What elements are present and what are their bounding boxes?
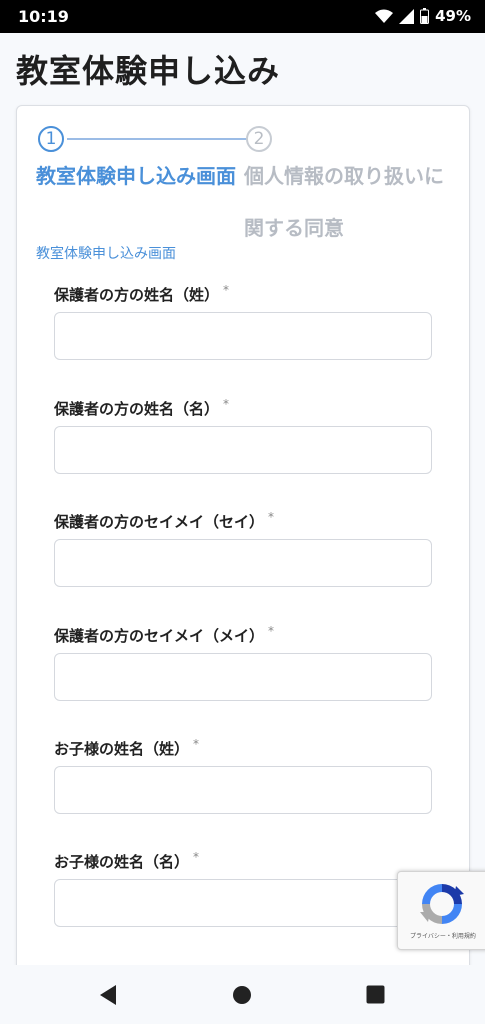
back-icon[interactable] bbox=[98, 984, 118, 1010]
recaptcha-icon bbox=[418, 880, 466, 932]
recaptcha-badge[interactable]: プライバシー・利用規約 bbox=[397, 871, 485, 950]
battery-icon bbox=[420, 8, 430, 24]
required-mark: * bbox=[223, 397, 230, 411]
guardian-last-name-input[interactable] bbox=[54, 312, 432, 360]
page-title: 教室体験申し込み bbox=[16, 52, 281, 90]
guardian-last-kana-input[interactable] bbox=[54, 539, 432, 587]
child-first-name-label: お子様の姓名（名） * bbox=[54, 850, 200, 871]
required-mark: * bbox=[268, 624, 275, 638]
home-icon[interactable] bbox=[232, 985, 252, 1009]
stepper-line bbox=[67, 138, 259, 140]
recents-icon[interactable] bbox=[366, 985, 385, 1008]
current-step-caption: 教室体験申し込み画面 bbox=[36, 246, 176, 262]
signal-icon bbox=[399, 8, 415, 24]
guardian-first-kana-input[interactable] bbox=[54, 653, 432, 701]
guardian-first-name-label: 保護者の方の姓名（名） * bbox=[54, 397, 230, 418]
required-mark: * bbox=[223, 283, 230, 297]
form-card: 1 2 教室体験申し込み画面 個人情報の取り扱いに関する同意 教室体験申し込み画… bbox=[16, 105, 470, 987]
required-mark: * bbox=[193, 850, 200, 864]
recaptcha-terms-link[interactable]: プライバシー・利用規約 bbox=[398, 931, 485, 940]
step-2-label[interactable]: 個人情報の取り扱いに関する同意 bbox=[244, 150, 444, 254]
required-mark: * bbox=[193, 737, 200, 751]
guardian-last-name-label: 保護者の方の姓名（姓） * bbox=[54, 283, 230, 304]
step-2-indicator[interactable]: 2 bbox=[246, 126, 272, 152]
guardian-first-name-input[interactable] bbox=[54, 426, 432, 474]
child-last-name-label: お子様の姓名（姓） * bbox=[54, 737, 200, 758]
child-last-name-input[interactable] bbox=[54, 766, 432, 814]
navigation-bar bbox=[0, 965, 485, 1024]
status-bar: 10:19 49% bbox=[0, 0, 485, 33]
required-mark: * bbox=[268, 510, 275, 524]
battery-percent: 49% bbox=[435, 7, 471, 25]
guardian-last-kana-label: 保護者の方のセイメイ（セイ） * bbox=[54, 510, 275, 531]
step-1-indicator[interactable]: 1 bbox=[38, 126, 64, 152]
wifi-icon bbox=[375, 9, 394, 24]
guardian-first-kana-label: 保護者の方のセイメイ（メイ） * bbox=[54, 624, 275, 645]
child-first-name-input[interactable] bbox=[54, 879, 432, 927]
status-time: 10:19 bbox=[18, 7, 69, 26]
step-1-label[interactable]: 教室体験申し込み画面 bbox=[36, 150, 236, 202]
